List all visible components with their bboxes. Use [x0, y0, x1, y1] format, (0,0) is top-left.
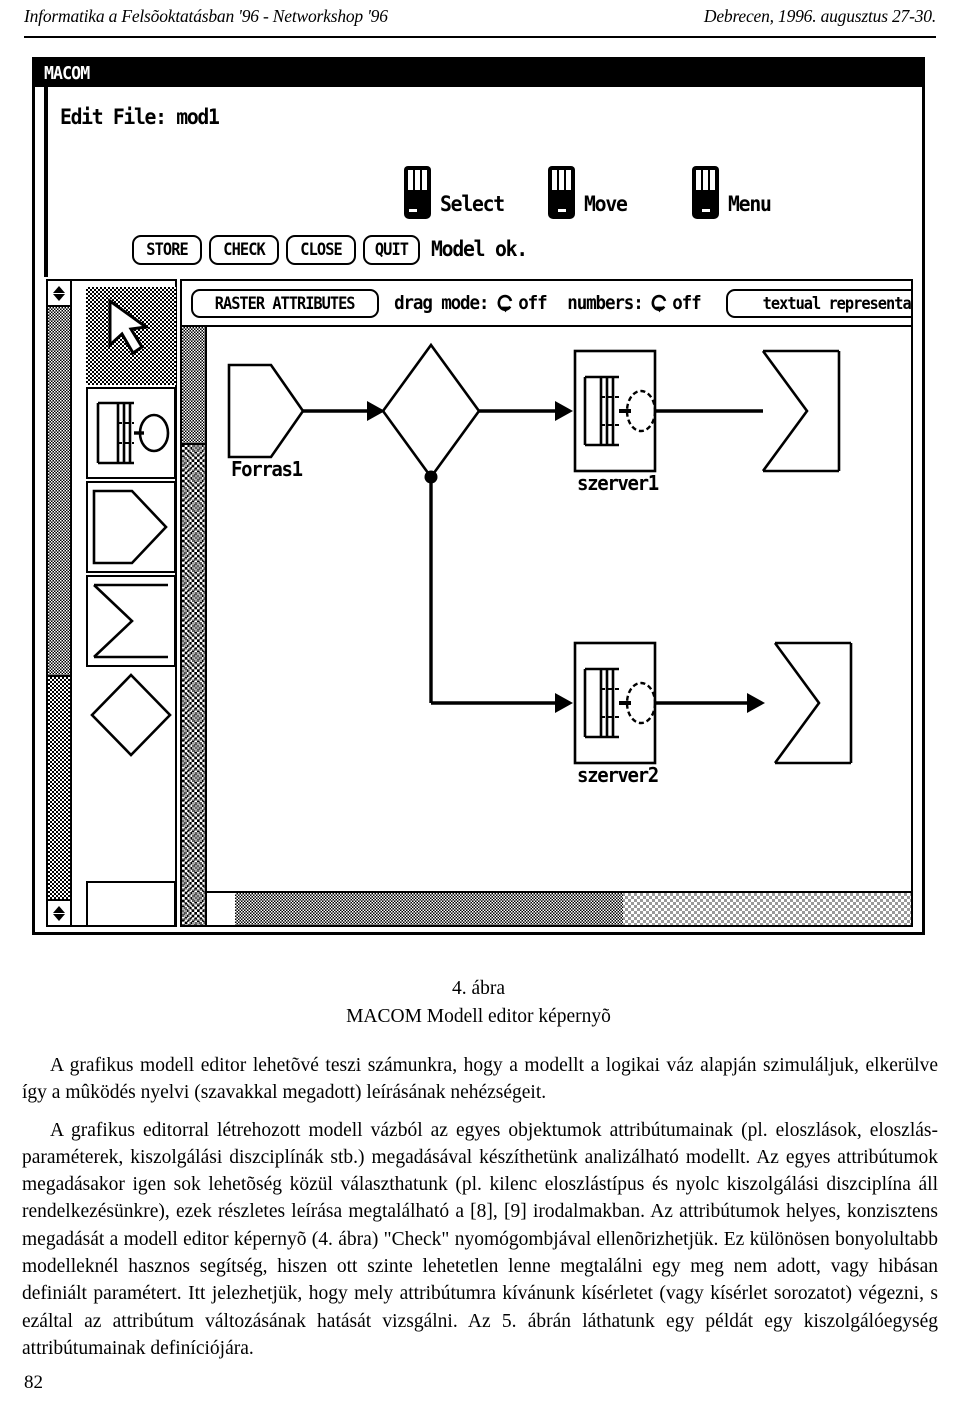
action-button-row: STORE CHECK CLOSE QUIT Model ok.	[48, 235, 919, 269]
editor-workspace: RASTER ATTRIBUTES drag mode: off numbers…	[41, 279, 919, 930]
numbers-value: off	[672, 292, 701, 314]
mouse-left-button-icon	[404, 166, 431, 219]
triangle-down-icon	[53, 913, 65, 921]
body-paragraph-2: A grafikus editorral létrehozott modell …	[22, 1119, 938, 1359]
diagram-edge-router1-szerver2	[429, 477, 573, 713]
diagram-node-forras1	[227, 363, 305, 459]
textual-representation-label: textual representat	[762, 293, 913, 314]
palette-scrollbar-thumb[interactable]	[48, 307, 70, 677]
body-paragraph-1: A grafikus modell editor lehetõvé teszi …	[22, 1055, 938, 1104]
canvas-horizontal-scrollbar-thumb[interactable]	[235, 893, 623, 925]
diagram-node-sink2	[773, 641, 853, 765]
diagram-edge-router1-szerver1	[479, 401, 573, 421]
triangle-up-icon	[53, 905, 65, 913]
diagram-label-szerver1: szerver1	[577, 471, 659, 495]
quit-button[interactable]: QUIT	[363, 235, 420, 265]
running-head: Informatika a Felsõoktatásban '96 - Netw…	[24, 6, 936, 36]
palette-scrollbar[interactable]	[48, 281, 72, 925]
sink-chevron-icon	[93, 583, 168, 659]
mouse-button-legend: Select Move Menu	[48, 161, 919, 221]
canvas-horizontal-scrollbar-gap	[207, 893, 235, 925]
diagram-node-router1	[381, 342, 481, 484]
mouse-legend-menu-label: Menu	[728, 192, 772, 216]
store-button[interactable]: STORE	[132, 235, 202, 265]
body-text: A grafikus modell editor lehetõvé teszi …	[22, 1052, 938, 1372]
canvas-vertical-scrollbar-thumb[interactable]	[182, 327, 205, 445]
mouse-legend-menu: Menu	[692, 161, 773, 219]
model-status-text: Model ok.	[431, 237, 528, 261]
store-button-label: STORE	[146, 240, 188, 260]
palette-item-source-pentagon-tool[interactable]	[86, 481, 176, 573]
check-button-label: CHECK	[223, 240, 265, 260]
numbers-field[interactable]: numbers: off	[564, 292, 702, 314]
diagram-label-forras1: Forras1	[231, 457, 303, 481]
palette-item-arrow-cursor-tool[interactable]	[86, 287, 176, 385]
macom-editor-screenshot: MACOM Edit File: mod1 Select Move Menu S…	[32, 57, 925, 935]
raster-attributes-label: RASTER ATTRIBUTES	[215, 293, 356, 314]
drag-mode-label: drag mode:	[394, 292, 489, 314]
triangle-up-icon	[53, 285, 65, 293]
editor-control-panel: Edit File: mod1 Select Move Menu STORE C…	[44, 87, 919, 277]
canvas-drawing-area[interactable]: Forras1 szerver1 szerver2	[207, 327, 911, 891]
window-titlebar: MACOM	[35, 60, 922, 87]
source-pentagon-icon	[92, 489, 168, 565]
header-rule	[24, 36, 936, 38]
mouse-right-button-icon	[692, 166, 719, 219]
canvas-body: Forras1 szerver1 szerver2	[180, 325, 913, 927]
diagram-label-szerver2: szerver2	[577, 763, 659, 787]
diagram-node-szerver1	[573, 349, 657, 473]
drag-mode-value: off	[518, 292, 548, 314]
check-button[interactable]: CHECK	[209, 235, 279, 265]
numbers-label: numbers:	[567, 292, 643, 314]
cycle-icon[interactable]	[497, 294, 514, 313]
palette-item-sink-chevron-tool[interactable]	[86, 575, 176, 667]
cycle-icon[interactable]	[651, 294, 668, 313]
mouse-legend-move-label: Move	[584, 192, 628, 216]
palette-item-server-tool[interactable]	[86, 387, 176, 479]
diagram-edge-szerver2-sink2	[655, 693, 765, 713]
router-diamond-icon	[90, 673, 172, 757]
page-number: 82	[24, 1372, 43, 1393]
palette-item-router-diamond-tool[interactable]	[86, 669, 176, 761]
window-title: MACOM	[44, 63, 90, 84]
server-icon	[96, 401, 170, 465]
arrow-cursor-icon	[108, 298, 150, 356]
figure-title: MACOM Modell editor képernyõ	[346, 1006, 611, 1028]
model-diagram	[227, 342, 853, 765]
palette-items	[72, 281, 176, 927]
running-head-left: Informatika a Felsõoktatásban '96 - Netw…	[24, 6, 388, 26]
raster-attributes-button[interactable]: RASTER ATTRIBUTES	[191, 289, 379, 318]
mouse-middle-button-icon	[548, 166, 575, 219]
close-button-label: CLOSE	[300, 240, 342, 260]
canvas-toolbar: RASTER ATTRIBUTES drag mode: off numbers…	[180, 279, 913, 325]
mouse-legend-select-label: Select	[440, 192, 505, 216]
mouse-legend-move: Move	[548, 161, 629, 219]
palette-item-rectangle-tool[interactable]	[86, 881, 176, 927]
canvas-vertical-scrollbar[interactable]	[182, 327, 207, 925]
figure-caption: 4. ábra MACOM Modell editor képernyõ	[32, 975, 925, 1032]
diagram-node-szerver2	[573, 641, 657, 765]
textual-representation-button[interactable]: textual representat	[726, 289, 913, 318]
model-canvas-container: RASTER ATTRIBUTES drag mode: off numbers…	[180, 279, 913, 927]
diagram-edge-forras1-router1	[303, 401, 385, 421]
drag-mode-field[interactable]: drag mode: off	[390, 292, 548, 314]
edit-file-label: Edit File: mod1	[60, 105, 220, 129]
close-button[interactable]: CLOSE	[286, 235, 356, 265]
mouse-legend-select: Select	[404, 161, 508, 219]
palette-scroll-down-button[interactable]	[48, 899, 70, 925]
quit-button-label: QUIT	[374, 240, 409, 260]
palette-scroll-up-button[interactable]	[48, 281, 70, 307]
figure-number: 4. ábra	[451, 978, 506, 999]
shape-palette	[46, 279, 177, 927]
triangle-down-icon	[53, 293, 65, 301]
running-head-right: Debrecen, 1996. augusztus 27-30.	[703, 6, 936, 26]
diagram-node-sink1	[761, 349, 841, 473]
canvas-horizontal-scrollbar[interactable]	[207, 891, 911, 925]
